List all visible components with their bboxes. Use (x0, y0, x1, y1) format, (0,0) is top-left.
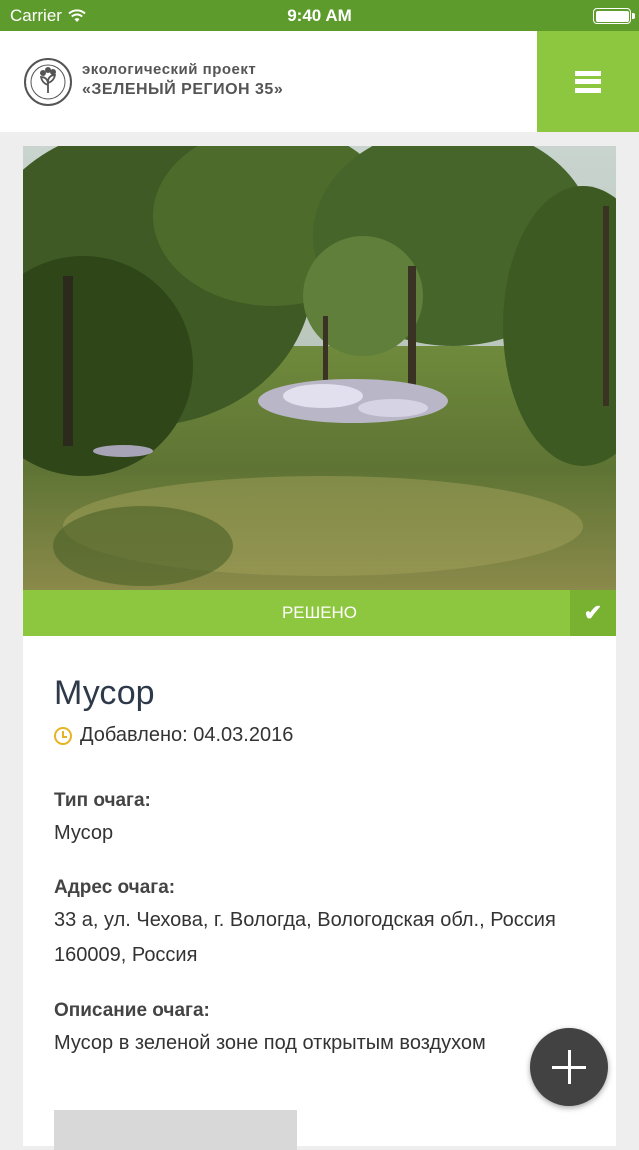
field-label: Тип очага: (54, 790, 151, 811)
field-value: Мусор (54, 822, 114, 844)
status-banner: РЕШЕНО ✔ (23, 590, 616, 636)
ios-status-bar: Carrier 9:40 AM (0, 0, 639, 31)
brand-line2: «ЗЕЛЕНЫЙ РЕГИОН 35» (82, 81, 284, 98)
field-description: Описание очага: Мусор в зеленой зоне под… (54, 1000, 594, 1061)
action-button[interactable] (54, 1110, 297, 1150)
brand: экологический проект «ЗЕЛЕНЫЙ РЕГИОН 35» (82, 61, 283, 99)
hamburger-icon (575, 70, 601, 93)
checkmark-icon: ✔ (570, 590, 616, 636)
add-report-button[interactable] (530, 1028, 608, 1106)
field-label: Адрес очага: (54, 877, 176, 898)
report-card: РЕШЕНО ✔ Мусор Добавлено: 04.03.2016 Тип… (23, 146, 616, 1150)
field-type: Тип очага: Мусор (54, 790, 594, 851)
battery-icon (593, 8, 635, 24)
app-header: экологический проект «ЗЕЛЕНЫЙ РЕГИОН 35» (0, 31, 639, 132)
clock-time: 9:40 AM (287, 6, 352, 25)
field-label: Описание очага: (54, 1000, 210, 1021)
field-address: Адрес очага: 33 а, ул. Чехова, г. Вологд… (54, 877, 594, 973)
status-label: РЕШЕНО (281, 603, 358, 622)
report-photo[interactable] (23, 146, 616, 590)
brand-line1: экологический проект (82, 61, 257, 78)
field-value: Мусор в зеленой зоне под открытым воздух… (54, 1032, 486, 1054)
clock-icon (54, 726, 72, 745)
added-date-label: Добавлено: 04.03.2016 (80, 724, 294, 746)
field-value: 33 а, ул. Чехова, г. Вологда, Вологодска… (54, 909, 556, 966)
logo-icon (24, 58, 72, 106)
plus-icon (552, 1050, 586, 1084)
menu-button[interactable] (537, 31, 639, 132)
added-date: Добавлено: 04.03.2016 (54, 724, 293, 747)
report-title: Мусор (54, 674, 155, 712)
